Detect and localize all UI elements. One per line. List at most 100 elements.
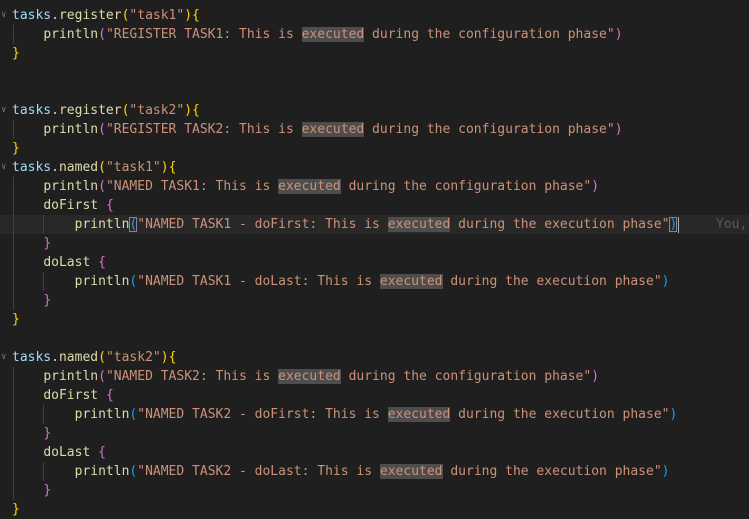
code-token: ) (614, 122, 623, 137)
code-line[interactable]: } (0, 481, 749, 500)
code-token: ) (591, 369, 600, 384)
code-token: during the configuration phase" (340, 369, 592, 384)
fold-chevron-icon[interactable]: ∨ (1, 158, 6, 177)
code-token: ) (184, 103, 193, 118)
code-token: } (43, 293, 52, 308)
fold-chevron-icon[interactable]: ∨ (1, 348, 6, 367)
code-line[interactable]: ∨ tasks.named("task1"){ (0, 158, 749, 177)
code-token: ) (591, 179, 600, 194)
code-line[interactable]: println("NAMED TASK1 - doFirst: This is … (0, 215, 749, 234)
code-line[interactable]: } (0, 234, 749, 253)
code-line[interactable]: ∨ tasks.named("task2"){ (0, 348, 749, 367)
code-token: } (43, 236, 52, 251)
code-token: ( (98, 122, 106, 137)
code-token: "task2" (105, 350, 161, 365)
code-text: doFirst { (12, 196, 113, 215)
code-text: println("NAMED TASK2 - doLast: This is e… (12, 462, 670, 481)
code-text: } (12, 139, 20, 158)
code-token: tasks (12, 350, 52, 365)
code-line[interactable] (0, 82, 749, 101)
code-text: doLast { (12, 253, 106, 272)
code-token: doFirst (43, 198, 99, 213)
fold-chevron-icon[interactable]: ∨ (1, 101, 6, 120)
code-text: } (12, 500, 20, 519)
code-token: . (51, 160, 59, 175)
code-line[interactable]: doFirst { (0, 386, 749, 405)
code-line[interactable]: } (0, 500, 749, 519)
code-token: "NAMED TASK2 - doFirst: This is (137, 407, 388, 422)
code-token: println (43, 27, 99, 42)
code-token: "task2" (129, 103, 185, 118)
code-line[interactable]: doLast { (0, 443, 749, 462)
code-token: } (12, 46, 20, 61)
fold-chevron-icon[interactable]: ∨ (1, 6, 6, 25)
code-token: { (98, 255, 106, 270)
code-token: during the execution phase" (450, 217, 670, 232)
code-token: ( (98, 350, 106, 365)
code-line[interactable]: } (0, 310, 749, 329)
code-token: during the configuration phase" (340, 179, 592, 194)
code-token: { (192, 103, 200, 118)
code-token: println (43, 122, 99, 137)
code-token: "task1" (129, 8, 185, 23)
search-match-highlight: executed (301, 122, 365, 137)
code-token: ) (160, 160, 169, 175)
code-line[interactable] (0, 63, 749, 82)
code-token: println (74, 274, 130, 289)
code-token: ( (98, 27, 106, 42)
code-line[interactable]: } (0, 139, 749, 158)
code-line[interactable]: println("NAMED TASK2 - doFirst: This is … (0, 405, 749, 424)
code-editor[interactable]: ∨ tasks.register("task1"){ println("REGIS… (0, 0, 749, 518)
code-token: doLast (43, 255, 91, 270)
code-token: "REGISTER TASK1: This is (105, 27, 302, 42)
code-text: tasks.named("task2"){ (12, 348, 176, 367)
code-token: doLast (43, 445, 91, 460)
search-match-highlight: executed (379, 274, 443, 289)
code-token: "NAMED TASK2: This is (105, 369, 279, 384)
code-text: } (12, 234, 51, 253)
code-text: println("NAMED TASK1: This is executed d… (12, 177, 599, 196)
code-line[interactable]: println("NAMED TASK2 - doLast: This is e… (0, 462, 749, 481)
search-match-highlight: executed (301, 27, 365, 42)
code-text: println("NAMED TASK2 - doFirst: This is … (12, 405, 677, 424)
code-line[interactable]: } (0, 44, 749, 63)
code-line[interactable]: doFirst { (0, 196, 749, 215)
code-line[interactable]: println("NAMED TASK1 - doLast: This is e… (0, 272, 749, 291)
code-token: ( (98, 179, 106, 194)
code-line[interactable] (0, 329, 749, 348)
code-token: } (12, 141, 20, 156)
code-line[interactable]: } (0, 424, 749, 443)
code-line[interactable]: doLast { (0, 253, 749, 272)
code-token: } (12, 502, 20, 517)
code-token: tasks (12, 8, 52, 23)
code-token: "NAMED TASK2 - doLast: This is (137, 464, 380, 479)
code-line[interactable]: println("REGISTER TASK2: This is execute… (0, 120, 749, 139)
code-token: named (58, 350, 99, 365)
code-line[interactable]: println("REGISTER TASK1: This is execute… (0, 25, 749, 44)
code-text: println("REGISTER TASK1: This is execute… (12, 25, 623, 44)
code-line[interactable]: ∨ tasks.register("task2"){ (0, 101, 749, 120)
code-token: during the execution phase" (442, 274, 662, 289)
code-line[interactable]: println("NAMED TASK2: This is executed d… (0, 367, 749, 386)
code-line[interactable]: ∨ tasks.register("task1"){ (0, 6, 749, 25)
code-text: println("NAMED TASK2: This is executed d… (12, 367, 599, 386)
code-line[interactable]: } (0, 291, 749, 310)
code-token: { (168, 160, 177, 175)
code-line[interactable]: println("NAMED TASK1: This is executed d… (0, 177, 749, 196)
code-text: } (12, 44, 20, 63)
code-text: doFirst { (12, 386, 113, 405)
code-text: doLast { (12, 443, 106, 462)
code-token: . (51, 103, 59, 118)
code-token: ( (98, 369, 106, 384)
